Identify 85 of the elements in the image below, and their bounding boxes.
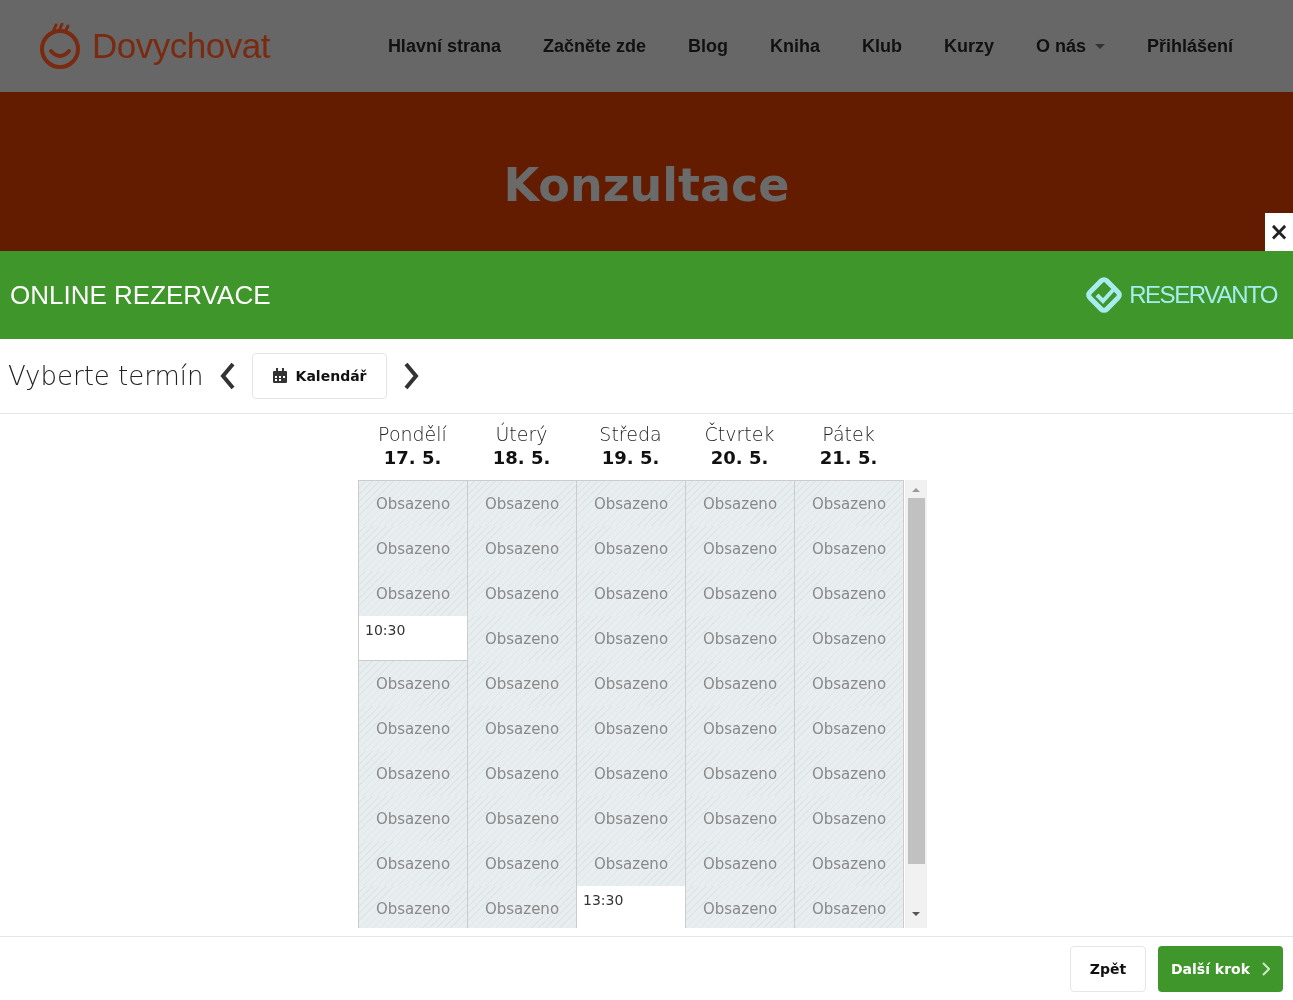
booked-slot: Obsazeno — [686, 526, 794, 571]
booked-slot: Obsazeno — [468, 796, 576, 841]
booked-slot: Obsazeno — [795, 526, 903, 571]
scrollbar[interactable] — [905, 480, 927, 928]
booked-slot: Obsazeno — [359, 706, 467, 751]
booked-slot: Obsazeno — [577, 481, 685, 526]
booked-slot: Obsazeno — [577, 616, 685, 661]
booked-slot: Obsazeno — [577, 526, 685, 571]
booked-slot: Obsazeno — [359, 661, 467, 706]
brand-name: RESERVANTO — [1129, 281, 1277, 309]
booked-slot: Obsazeno — [359, 886, 467, 928]
logo-text[interactable]: Dovychovat — [92, 26, 270, 66]
booked-slot: Obsazeno — [686, 796, 794, 841]
scroll-up-icon — [912, 488, 920, 492]
nav-link[interactable]: O nás — [1036, 35, 1106, 57]
day-date: 20. 5. — [710, 446, 769, 470]
booked-slot: Obsazeno — [359, 841, 467, 886]
back-button[interactable]: Zpět — [1070, 945, 1146, 992]
booked-slot: Obsazeno — [468, 526, 576, 571]
booked-slot: Obsazeno — [686, 841, 794, 886]
scroll-thumb[interactable] — [907, 498, 925, 864]
calendar-button[interactable]: Kalendář — [251, 353, 387, 399]
booked-slot: Obsazeno — [686, 886, 794, 928]
chevron-right-icon — [402, 361, 419, 391]
booked-slot: Obsazeno — [577, 841, 685, 886]
booked-slot: Obsazeno — [468, 661, 576, 706]
booked-slot: Obsazeno — [359, 571, 467, 616]
booked-slot: Obsazeno — [468, 616, 576, 661]
booked-slot: Obsazeno — [359, 526, 467, 571]
hero-title: Konzultace — [503, 157, 790, 214]
booked-slot: Obsazeno — [795, 481, 903, 526]
step-heading: Vyberte termín — [8, 361, 204, 391]
booked-slot: Obsazeno — [577, 661, 685, 706]
nav-link[interactable]: Klub — [862, 35, 902, 57]
booked-slot: Obsazeno — [795, 751, 903, 796]
scroll-down-icon — [912, 912, 920, 916]
booked-slot: Obsazeno — [795, 706, 903, 751]
booked-slot: Obsazeno — [468, 571, 576, 616]
booked-slot: Obsazeno — [795, 841, 903, 886]
day-name: Pondělí — [378, 422, 447, 446]
booked-slot: Obsazeno — [359, 796, 467, 841]
day-date: 19. 5. — [601, 446, 660, 470]
booked-slot: Obsazeno — [686, 571, 794, 616]
chevron-right-icon — [1262, 961, 1270, 976]
booked-slot: Obsazeno — [686, 616, 794, 661]
day-date: 21. 5. — [819, 446, 878, 470]
next-step-button[interactable]: Další krok — [1158, 945, 1283, 992]
smiley-logo-icon — [38, 23, 82, 69]
booked-slot: Obsazeno — [468, 706, 576, 751]
modal-title: ONLINE REZERVACE — [10, 279, 271, 311]
booked-slot: Obsazeno — [686, 481, 794, 526]
booked-slot: Obsazeno — [577, 571, 685, 616]
booked-slot: Obsazeno — [686, 661, 794, 706]
calendar-icon — [271, 368, 288, 384]
chevron-left-icon — [219, 361, 236, 391]
nav-link[interactable]: Začněte zde — [542, 35, 646, 57]
booked-slot: Obsazeno — [795, 661, 903, 706]
day-date: 18. 5. — [492, 446, 551, 470]
day-name: Pátek — [822, 422, 875, 446]
nav-link[interactable]: Blog — [687, 35, 728, 57]
booked-slot: Obsazeno — [577, 751, 685, 796]
booked-slot: Obsazeno — [795, 616, 903, 661]
booked-slot: Obsazeno — [359, 751, 467, 796]
nav-link[interactable]: Hlavní strana — [387, 35, 501, 57]
booked-slot: Obsazeno — [468, 886, 576, 928]
diamond-check-icon — [1085, 276, 1124, 314]
booked-slot: Obsazeno — [795, 571, 903, 616]
day-name: Středa — [599, 422, 662, 446]
booked-slot: Obsazeno — [577, 796, 685, 841]
day-date: 17. 5. — [383, 446, 442, 470]
day-name: Úterý — [495, 422, 548, 446]
day-name: Čtvrtek — [704, 422, 775, 446]
booked-slot: Obsazeno — [468, 841, 576, 886]
booked-slot: Obsazeno — [359, 481, 467, 526]
booked-slot: Obsazeno — [468, 481, 576, 526]
booked-slot: Obsazeno — [686, 706, 794, 751]
booked-slot: Obsazeno — [686, 751, 794, 796]
booked-slot: Obsazeno — [577, 706, 685, 751]
nav-link[interactable]: Kurzy — [944, 35, 994, 57]
nav-link[interactable]: Přihlášení — [1147, 35, 1234, 57]
booked-slot: Obsazeno — [468, 751, 576, 796]
booked-slot: Obsazeno — [795, 796, 903, 841]
booked-slot: Obsazeno — [795, 886, 903, 928]
close-button[interactable]: × — [1265, 213, 1293, 251]
nav-link[interactable]: Kniha — [769, 35, 820, 57]
